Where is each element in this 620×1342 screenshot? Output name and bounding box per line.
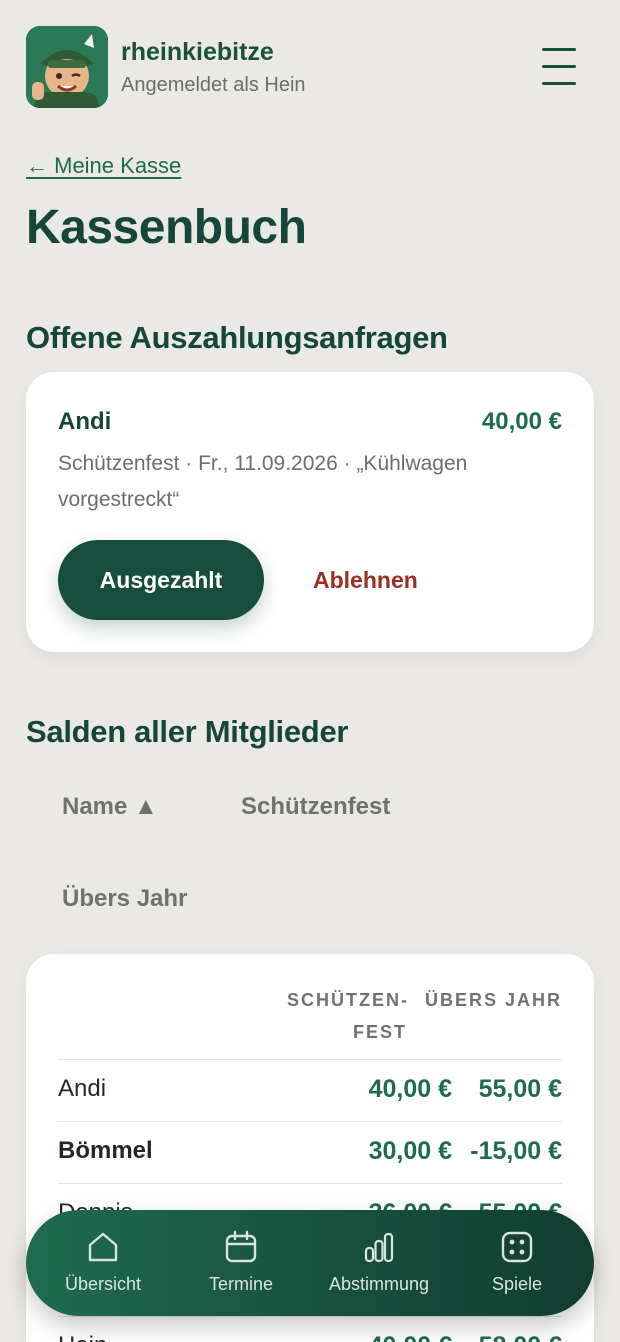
dice-icon	[501, 1231, 533, 1263]
hamburger-menu-icon[interactable]	[542, 46, 578, 86]
event-balance: 30,00 €	[368, 1137, 452, 1165]
sort-by-name[interactable]: Name ▲	[62, 793, 158, 821]
nav-label: Termine	[208, 1274, 274, 1294]
nav-voting[interactable]: Abstimmung	[314, 1210, 444, 1316]
year-balance: 55,00 €	[478, 1075, 562, 1103]
nav-label: Abstimmung	[328, 1274, 430, 1294]
table-row: Hein 40,00 € 58,00 €	[58, 1316, 562, 1342]
member-name: Hein	[58, 1332, 107, 1342]
app-name: rheinkiebitze	[121, 38, 274, 66]
user-status: Angemeldet als Hein	[121, 74, 306, 96]
payout-request-card: Andi 40,00 € Schützenfest · Fr., 11.09.2…	[26, 372, 594, 652]
member-name: Bömmel	[58, 1137, 153, 1164]
balances-title: Salden aller Mitglieder	[26, 714, 349, 749]
nav-overview[interactable]: Übersicht	[38, 1210, 168, 1316]
table-row: Bömmel 30,00 € -15,00 €	[58, 1121, 562, 1183]
sort-by-event[interactable]: Schützenfest	[241, 793, 390, 821]
table-row: Andi 40,00 € 55,00 €	[58, 1059, 562, 1121]
mark-paid-button[interactable]: Ausgezahlt	[58, 540, 264, 620]
member-name: Andi	[58, 1075, 107, 1102]
home-icon	[88, 1232, 118, 1262]
column-header-year: ÜBERS JAHR	[424, 990, 562, 1010]
nav-appointments[interactable]: Termine	[176, 1210, 306, 1316]
nav-games[interactable]: Spiele	[452, 1210, 582, 1316]
nav-label: Spiele	[491, 1274, 543, 1294]
menu-line	[542, 82, 576, 85]
reject-button[interactable]: Ablehnen	[313, 540, 418, 620]
request-description: Schützenfest · Fr., 11.09.2026 · „Kühl­w…	[58, 452, 468, 511]
bottom-navigation: Übersicht Termine Abstimmung Spiele	[26, 1210, 594, 1316]
sort-by-year[interactable]: Übers Jahr	[62, 885, 187, 913]
column-header-event: SCHÜTZEN­FEST	[287, 990, 407, 1042]
menu-line	[542, 65, 576, 68]
year-balance: -15,00 €	[470, 1137, 562, 1165]
app-header: rheinkiebitze Angemeldet als Hein	[26, 26, 594, 108]
back-to-my-cash-link[interactable]: ← Meine Kasse	[26, 153, 181, 179]
event-balance: 40,00 €	[369, 1332, 452, 1342]
request-member-name: Andi	[58, 408, 112, 435]
calendar-icon	[225, 1230, 257, 1263]
request-amount: 40,00 €	[481, 408, 562, 435]
nav-label: Übersicht	[64, 1274, 142, 1294]
bar-chart-icon	[364, 1232, 394, 1263]
event-balance: 40,00 €	[368, 1075, 452, 1103]
open-requests-title: Offene Auszahlungsanfragen	[26, 320, 448, 355]
year-balance: 58,00 €	[479, 1332, 562, 1342]
menu-line	[542, 48, 576, 51]
page-title: Kassenbuch	[26, 201, 307, 254]
mascot-avatar-icon[interactable]	[26, 26, 108, 108]
